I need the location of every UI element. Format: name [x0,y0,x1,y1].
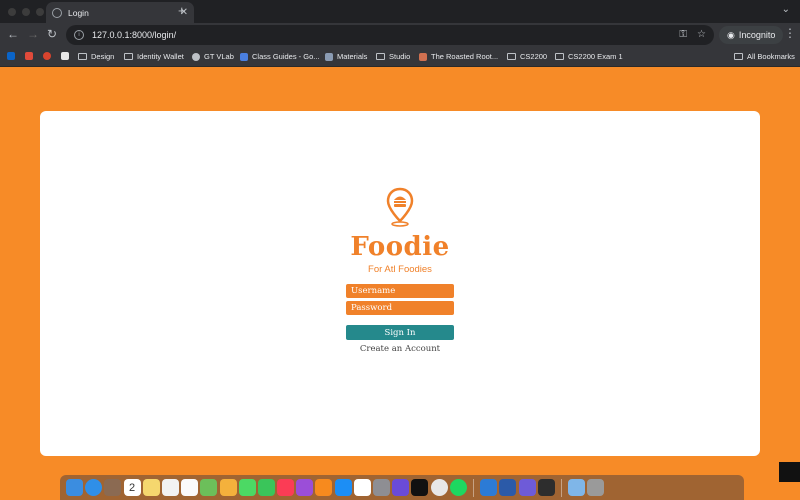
password-input[interactable] [346,301,454,315]
books-icon[interactable] [315,479,333,496]
menu-icon[interactable]: ⋮ [784,26,796,40]
maps-icon[interactable] [200,479,218,496]
appstore-icon[interactable] [334,479,352,496]
gmail-icon[interactable] [25,52,33,60]
forward-icon[interactable]: → [27,27,39,41]
vscode-icon[interactable] [480,479,498,496]
dock-separator [472,478,474,497]
folder-icon [734,53,743,60]
github-icon[interactable] [518,479,536,496]
url-text[interactable]: 127.0.0.1:8000/login/ [92,30,176,40]
facetime-icon[interactable] [257,479,275,496]
bookmark-design[interactable]: Design [78,52,114,61]
photos-icon[interactable] [219,479,237,496]
bookmark-gt-vlab[interactable]: GT VLab [192,52,234,61]
notes-icon[interactable] [142,479,160,496]
calendar-icon[interactable]: 2 [123,479,141,496]
browser-toolbar: ← → ↻ i 127.0.0.1:8000/login/ ⚿ ☆ ◉ Inco… [0,23,800,47]
downloads-folder-icon[interactable] [568,479,586,496]
create-account-link[interactable]: Create an Account [320,344,480,354]
bookmarks-bar: Design Identity Wallet GT VLab Class Gui… [0,47,800,67]
info-icon[interactable]: i [74,30,84,40]
brand-tagline: For Atl Foodies [368,264,432,275]
tab-login[interactable]: Login ✕ [46,2,194,23]
site-icon [325,52,333,61]
folder-icon [124,53,133,60]
tab-strip: Login ✕ + ⌄ [0,0,800,23]
all-bookmarks[interactable]: All Bookmarks [734,52,795,61]
address-bar[interactable]: i 127.0.0.1:8000/login/ ⚿ ☆ [66,25,714,45]
bookmark-class-guides[interactable]: Class Guides - Go... [240,52,320,61]
bookmark-cs2200[interactable]: CS2200 [507,52,547,61]
freeform-icon[interactable] [161,479,179,496]
amazon-icon[interactable] [61,52,69,60]
outlook-icon[interactable] [7,52,15,60]
folder-icon [78,53,87,60]
tab-title: Login [68,7,89,18]
bookmark-cs2200-exam[interactable]: CS2200 Exam 1 [555,52,623,61]
appletv-icon[interactable] [411,479,429,496]
sign-in-button[interactable]: Sign In [346,325,454,340]
bookmark-studio[interactable]: Studio [376,52,410,61]
dock-separator [560,478,562,497]
word-icon[interactable] [499,479,517,496]
chevron-down-icon[interactable]: ⌄ [782,4,790,15]
incognito-badge[interactable]: ◉ Incognito [719,26,784,44]
bookmark-roasted-root[interactable]: The Roasted Root... [419,52,498,61]
settings-icon[interactable] [373,479,390,496]
imovie-icon[interactable] [392,479,410,496]
bookmark-identity-wallet[interactable]: Identity Wallet [124,52,184,61]
screenshot-thumbnail[interactable] [779,462,800,482]
star-icon[interactable]: ☆ [697,29,706,40]
globe-icon [52,7,62,18]
bookmark-materials[interactable]: Materials [325,52,367,61]
safari-icon[interactable] [85,479,103,496]
extension-icon[interactable] [43,52,51,60]
folder-icon [555,53,564,60]
username-input[interactable] [346,284,454,298]
incognito-icon: ◉ [727,29,735,40]
brand-title: Foodie [350,232,450,262]
chrome-icon[interactable] [430,479,448,496]
slack-icon[interactable] [353,479,371,496]
folder-icon [376,53,385,60]
site-icon [192,52,200,61]
docs-icon [240,52,248,61]
messages-icon[interactable] [238,479,256,496]
folder-icon [507,53,516,60]
finder-icon[interactable] [66,479,83,496]
key-icon[interactable]: ⚿ [679,29,687,40]
spotify-icon[interactable] [449,479,467,496]
launchpad-icon[interactable] [104,479,122,496]
reload-icon[interactable]: ↻ [47,27,57,41]
incognito-label: Incognito [738,30,776,40]
foodie-logo-icon [386,187,414,227]
podcasts-icon[interactable] [296,479,314,496]
cursor-icon[interactable] [537,479,555,496]
new-tab-button[interactable]: + [178,3,186,18]
back-icon[interactable]: ← [7,27,19,41]
dock: 2 [60,475,744,500]
site-icon [419,52,427,61]
music-icon[interactable] [277,479,295,496]
reminders-icon[interactable] [181,479,199,496]
window-controls[interactable] [8,8,44,16]
trash-icon[interactable] [587,479,605,496]
